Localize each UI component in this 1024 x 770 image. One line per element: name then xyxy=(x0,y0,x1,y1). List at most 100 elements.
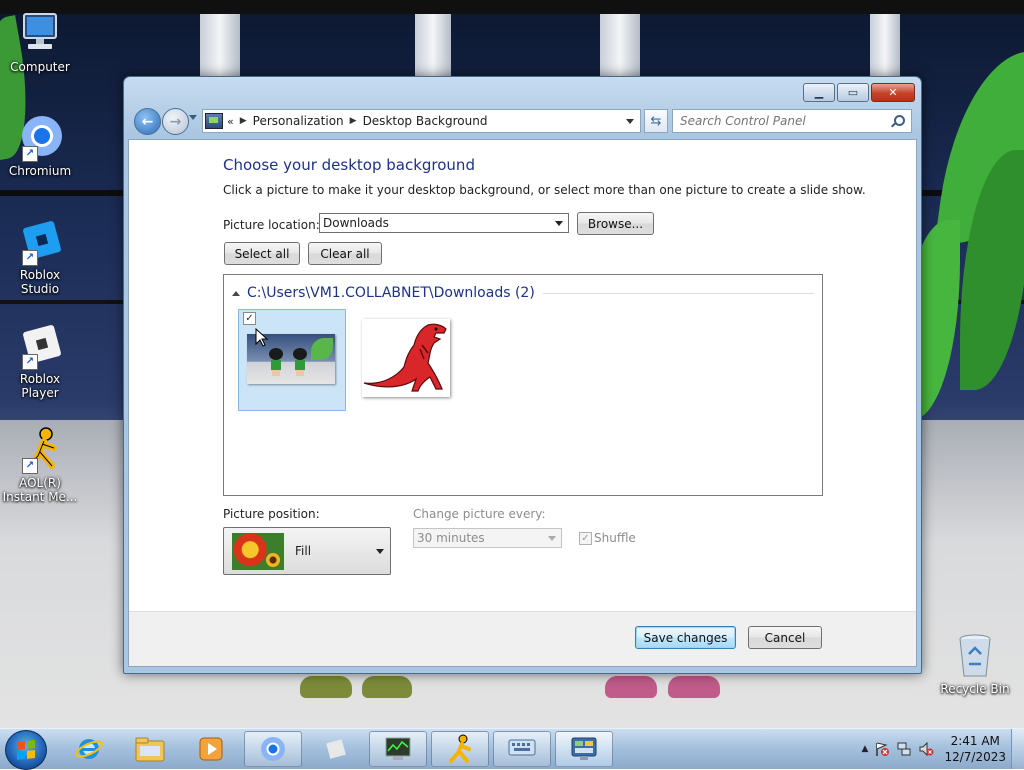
close-icon: ✕ xyxy=(888,86,898,99)
collapse-icon[interactable] xyxy=(232,290,240,296)
chevron-down-icon xyxy=(548,535,556,541)
content-pane: Choose your desktop background Click a p… xyxy=(128,139,917,667)
windows-explorer-icon xyxy=(135,737,165,762)
desktop-icon-roblox-player[interactable]: ↗ Roblox Player xyxy=(0,322,80,400)
breadcrumb-overflow-icon[interactable]: « xyxy=(227,115,234,128)
picture-position-label: Picture position: xyxy=(223,507,320,521)
desktop-icon-label: Roblox Player xyxy=(19,372,61,400)
volume-muted-icon[interactable] xyxy=(918,741,934,757)
picture-location-select[interactable]: Downloads xyxy=(319,213,569,233)
control-panel-icon xyxy=(205,113,223,129)
taskbar-media-player[interactable] xyxy=(182,731,240,767)
taskbar-internet-explorer[interactable] xyxy=(60,731,118,767)
taskbar-control-panel[interactable] xyxy=(555,731,613,767)
picture-location-value: Downloads xyxy=(323,216,389,230)
taskbar-chromium[interactable] xyxy=(244,731,302,767)
recent-pages-dropdown[interactable] xyxy=(189,115,197,120)
desktop-icon-label: Recycle Bin xyxy=(940,682,1010,696)
dinosaur-icon xyxy=(363,323,447,392)
maximize-button[interactable]: ▭ xyxy=(837,83,869,102)
desktop-icon-chromium[interactable]: ↗ Chromium xyxy=(0,114,80,178)
desktop-icon-recycle-bin[interactable]: Recycle Bin xyxy=(935,632,1015,696)
desktop-background-window: ▁ ▭ ✕ ← → « ▶ Personalization ▶ Desktop … xyxy=(123,76,922,674)
address-dropdown-icon[interactable] xyxy=(626,118,634,124)
roblox-studio-icon: ↗ xyxy=(16,218,64,266)
media-player-icon xyxy=(199,737,223,761)
network-icon[interactable] xyxy=(896,741,912,757)
back-arrow-icon: ← xyxy=(141,113,154,130)
close-button[interactable]: ✕ xyxy=(871,83,915,102)
chevron-down-icon xyxy=(376,549,384,554)
picture-position-select[interactable]: Fill xyxy=(223,527,391,575)
minimize-icon: ▁ xyxy=(814,86,824,99)
shuffle-label: Shuffle xyxy=(594,531,636,545)
cancel-button[interactable]: Cancel xyxy=(748,626,822,649)
shuffle-checkbox[interactable]: ✓ xyxy=(579,532,592,545)
show-desktop-button[interactable] xyxy=(1011,729,1024,769)
desktop-icon-roblox-studio[interactable]: ↗ Roblox Studio xyxy=(0,218,80,296)
search-icon[interactable] xyxy=(891,115,905,127)
roblox-icon xyxy=(326,739,346,759)
on-screen-keyboard-icon xyxy=(508,739,536,756)
picture-list: C:\Users\VM1.COLLABNET\Downloads (2) ✓ xyxy=(223,274,823,496)
select-all-button[interactable]: Select all xyxy=(224,242,300,265)
windows-logo-icon xyxy=(17,740,35,760)
flower-preview-icon xyxy=(232,533,284,570)
clock[interactable]: 2:41 AM 12/7/2023 xyxy=(944,733,1006,765)
picture-item[interactable]: ✓ xyxy=(238,309,346,411)
chevron-down-icon xyxy=(555,220,563,226)
maximize-icon: ▭ xyxy=(847,86,859,99)
save-changes-button[interactable]: Save changes xyxy=(635,626,736,649)
forward-button[interactable]: → xyxy=(162,108,189,135)
desktop-icon-computer[interactable]: Computer xyxy=(0,10,80,74)
chromium-icon xyxy=(261,737,285,761)
clear-all-button[interactable]: Clear all xyxy=(308,242,382,265)
shortcut-arrow-icon: ↗ xyxy=(22,354,38,370)
navigation-bar: ← → « ▶ Personalization ▶ Desktop Backgr… xyxy=(132,105,914,135)
recycle-bin-icon xyxy=(951,632,999,680)
roblox-player-icon: ↗ xyxy=(16,322,64,370)
mouse-cursor-icon xyxy=(255,328,269,347)
picture-position-value: Fill xyxy=(295,544,312,558)
shortcut-arrow-icon: ↗ xyxy=(22,146,38,162)
show-hidden-icons-icon[interactable]: ▲ xyxy=(862,744,869,754)
desktop-icon-label: Roblox Studio xyxy=(19,268,61,296)
picture-group-header[interactable]: C:\Users\VM1.COLLABNET\Downloads (2) xyxy=(232,285,814,301)
back-button[interactable]: ← xyxy=(134,108,161,135)
task-manager-icon xyxy=(385,737,411,760)
internet-explorer-icon xyxy=(75,739,103,759)
taskbar-roblox[interactable] xyxy=(307,731,365,767)
breadcrumb-personalization[interactable]: Personalization xyxy=(253,114,344,128)
forward-arrow-icon: → xyxy=(169,113,182,130)
picture-group-title: C:\Users\VM1.COLLABNET\Downloads (2) xyxy=(247,285,535,301)
breadcrumb-separator-icon: ▶ xyxy=(239,116,247,126)
clock-time: 2:41 AM xyxy=(950,734,1000,748)
minimize-button[interactable]: ▁ xyxy=(803,83,835,102)
notification-area: ▲ 2:41 AM 12/7/2023 xyxy=(862,729,1024,769)
clock-date: 12/7/2023 xyxy=(944,750,1006,764)
browse-button[interactable]: Browse... xyxy=(577,212,654,235)
taskbar-on-screen-keyboard[interactable] xyxy=(493,731,551,767)
start-button[interactable] xyxy=(5,730,47,770)
refresh-button[interactable]: ⇆ xyxy=(644,109,668,133)
desktop-icon-label: Chromium xyxy=(8,164,72,178)
aol-instant-messenger-icon xyxy=(449,734,471,763)
desktop-icon-label: Computer xyxy=(10,60,70,74)
change-picture-interval-select[interactable]: 30 minutes xyxy=(413,528,562,548)
taskbar-windows-explorer[interactable] xyxy=(121,731,179,767)
taskbar-aol-instant-messenger[interactable] xyxy=(431,731,489,767)
red-dinosaur-thumbnail[interactable] xyxy=(362,319,450,397)
taskbar-task-manager[interactable] xyxy=(369,731,427,767)
refresh-icon: ⇆ xyxy=(650,113,662,129)
picture-checkbox[interactable]: ✓ xyxy=(243,312,256,325)
desktop-icon-aol[interactable]: ↗ AOL(R) Instant Me... xyxy=(0,426,80,504)
dialog-footer: Save changes Cancel xyxy=(129,611,916,666)
action-center-icon[interactable] xyxy=(874,741,890,757)
picture-location-label: Picture location: xyxy=(223,218,320,232)
computer-icon xyxy=(16,10,64,58)
breadcrumb-desktop-background[interactable]: Desktop Background xyxy=(363,114,488,128)
divider xyxy=(542,292,814,294)
address-bar[interactable]: « ▶ Personalization ▶ Desktop Background xyxy=(202,109,641,133)
search-input[interactable] xyxy=(673,113,887,129)
desktop-icon-label: AOL(R) Instant Me... xyxy=(2,476,78,504)
